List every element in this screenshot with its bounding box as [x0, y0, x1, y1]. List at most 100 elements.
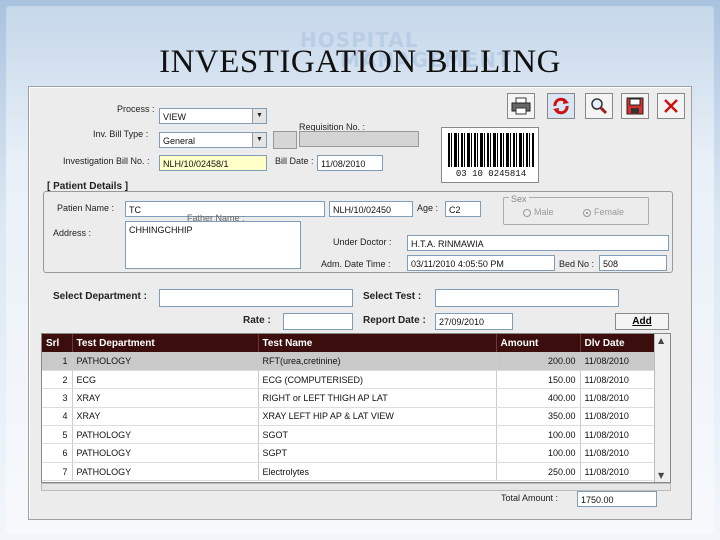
search-button[interactable] — [585, 93, 613, 119]
cell-department: ECG — [72, 370, 259, 390]
report-date-field[interactable]: 27/09/2010 — [435, 313, 513, 330]
adm-date-field[interactable]: 03/11/2010 4:05:50 PM — [407, 255, 555, 271]
cell-dlv-date: 11/08/2010 — [580, 352, 657, 371]
radio-selected-icon — [583, 208, 591, 217]
col-header-test-name[interactable]: Test Name — [258, 334, 497, 352]
cell-test-name: XRAY LEFT HIP AP & LAT VIEW — [258, 407, 497, 427]
cell-dlv-date: 11/08/2010 — [580, 370, 657, 390]
table-row[interactable]: 1 PATHOLOGY RFT(urea,cretinine) 200.00 11/08… — [42, 352, 657, 371]
table-horizontal-scrollbar[interactable] — [41, 483, 671, 491]
department-field[interactable] — [159, 289, 353, 307]
save-button[interactable] — [621, 93, 649, 119]
chevron-down-icon[interactable]: ▼ — [252, 109, 266, 123]
cell-amount: 100.00 — [496, 443, 581, 463]
cell-amount: 250.00 — [496, 462, 581, 482]
rate-label: Rate : — [243, 315, 271, 326]
search-icon — [591, 98, 608, 115]
age-field[interactable]: C2 — [445, 201, 481, 217]
scroll-up-icon[interactable]: ▲ — [658, 336, 664, 345]
printer-icon — [511, 97, 531, 115]
report-date-label: Report Date : — [363, 315, 426, 326]
bed-no-field[interactable]: 508 — [599, 255, 667, 271]
cell-amount: 150.00 — [496, 370, 581, 390]
bill-no-field[interactable]: NLH/10/02458/1 — [159, 155, 267, 171]
cell-srl: 6 — [42, 443, 73, 463]
cell-department: PATHOLOGY — [72, 462, 259, 482]
patient-name-label: Patien Name : — [57, 203, 115, 213]
department-label: Select Department : — [53, 291, 147, 302]
print-button[interactable] — [507, 93, 535, 119]
adm-date-label: Adm. Date Time : — [321, 259, 391, 269]
patient-reg-no-field[interactable]: NLH/10/02450 — [329, 201, 413, 217]
bill-type-value: General — [163, 136, 196, 146]
female-radio[interactable]: Female — [583, 207, 624, 217]
cell-dlv-date: 11/08/2010 — [580, 388, 657, 408]
bill-type-label: Inv. Bill Type : — [93, 129, 149, 139]
investigation-table: Srl Test Department Test Name Amount Dlv… — [41, 333, 671, 483]
radio-icon — [523, 208, 531, 217]
cell-amount: 100.00 — [496, 425, 581, 445]
col-header-amount[interactable]: Amount — [496, 334, 581, 352]
table-row[interactable]: 6 PATHOLOGY SGPT 100.00 11/08/2010 — [42, 443, 657, 463]
table-row[interactable]: 5 PATHOLOGY SGOT 100.00 11/08/2010 — [42, 425, 657, 445]
cell-department: XRAY — [72, 407, 259, 427]
col-header-srl[interactable]: Srl — [42, 334, 73, 352]
cell-srl: 3 — [42, 388, 73, 408]
doctor-label: Under Doctor : — [333, 237, 392, 247]
save-icon — [626, 97, 644, 115]
cell-amount: 350.00 — [496, 407, 581, 427]
table-row[interactable]: 2 ECG ECG (COMPUTERISED) 150.00 11/08/2010 — [42, 370, 657, 390]
female-label: Female — [594, 207, 625, 217]
table-header-row: Srl Test Department Test Name Amount Dlv… — [42, 334, 657, 352]
bill-type-select[interactable]: General ▼ — [159, 132, 267, 148]
address-field[interactable]: CHHINGCHHIP — [125, 221, 301, 269]
chevron-down-icon[interactable]: ▼ — [252, 133, 266, 147]
bed-no-label: Bed No : — [559, 259, 595, 269]
total-amount-label: Total Amount : — [501, 493, 559, 503]
cell-dlv-date: 11/08/2010 — [580, 462, 657, 482]
barcode: 03 10 0245814 — [441, 127, 539, 183]
cell-dlv-date: 11/08/2010 — [580, 443, 657, 463]
requisition-field[interactable] — [299, 131, 419, 147]
table-vertical-scrollbar[interactable]: ▲ ▼ — [654, 334, 670, 482]
cell-test-name: Electrolytes — [258, 462, 497, 482]
close-icon — [664, 99, 678, 113]
table-row[interactable]: 4 XRAY XRAY LEFT HIP AP & LAT VIEW 350.00 11… — [42, 407, 657, 427]
table-row[interactable]: 3 XRAY RIGHT or LEFT THIGH AP LAT 400.00 11/… — [42, 388, 657, 408]
male-radio[interactable]: Male — [523, 207, 554, 217]
age-label: Age : — [417, 203, 439, 213]
bill-no-label: Investigation Bill No. : — [63, 156, 150, 166]
cell-test-name: ECG (COMPUTERISED) — [258, 370, 497, 390]
cell-test-name: RFT(urea,cretinine) — [258, 352, 497, 371]
requisition-button[interactable] — [273, 131, 297, 149]
process-select[interactable]: VIEW ▼ — [159, 108, 267, 124]
rate-field[interactable] — [283, 313, 353, 330]
col-header-dlv-date[interactable]: Dlv Date — [580, 334, 657, 352]
scroll-down-icon[interactable]: ▼ — [658, 471, 664, 480]
table-row[interactable]: 7 PATHOLOGY Electrolytes 250.00 11/08/2010 — [42, 462, 657, 482]
doctor-field[interactable]: H.T.A. RINMAWIA — [407, 235, 669, 251]
test-field[interactable] — [435, 289, 619, 307]
cell-amount: 400.00 — [496, 388, 581, 408]
cell-dlv-date: 11/08/2010 — [580, 407, 657, 427]
bill-date-field[interactable]: 11/08/2010 — [317, 155, 383, 171]
cell-department: PATHOLOGY — [72, 425, 259, 445]
cell-srl: 1 — [42, 352, 73, 371]
barcode-text: 03 10 0245814 — [455, 169, 527, 179]
process-value: VIEW — [163, 112, 187, 122]
male-label: Male — [534, 207, 554, 217]
refresh-button[interactable] — [547, 93, 575, 119]
page-title: INVESTIGATION BILLING — [159, 44, 561, 80]
cell-department: PATHOLOGY — [72, 352, 259, 371]
col-header-department[interactable]: Test Department — [72, 334, 259, 352]
add-button[interactable]: Add — [615, 313, 669, 330]
cell-test-name: SGOT — [258, 425, 497, 445]
cell-department: PATHOLOGY — [72, 443, 259, 463]
close-button[interactable] — [657, 93, 685, 119]
cell-srl: 4 — [42, 407, 73, 427]
cell-srl: 2 — [42, 370, 73, 390]
refresh-icon — [553, 97, 569, 115]
process-label: Process : — [117, 104, 155, 114]
total-amount-field[interactable]: 1750.00 — [577, 491, 657, 507]
cell-srl: 5 — [42, 425, 73, 445]
